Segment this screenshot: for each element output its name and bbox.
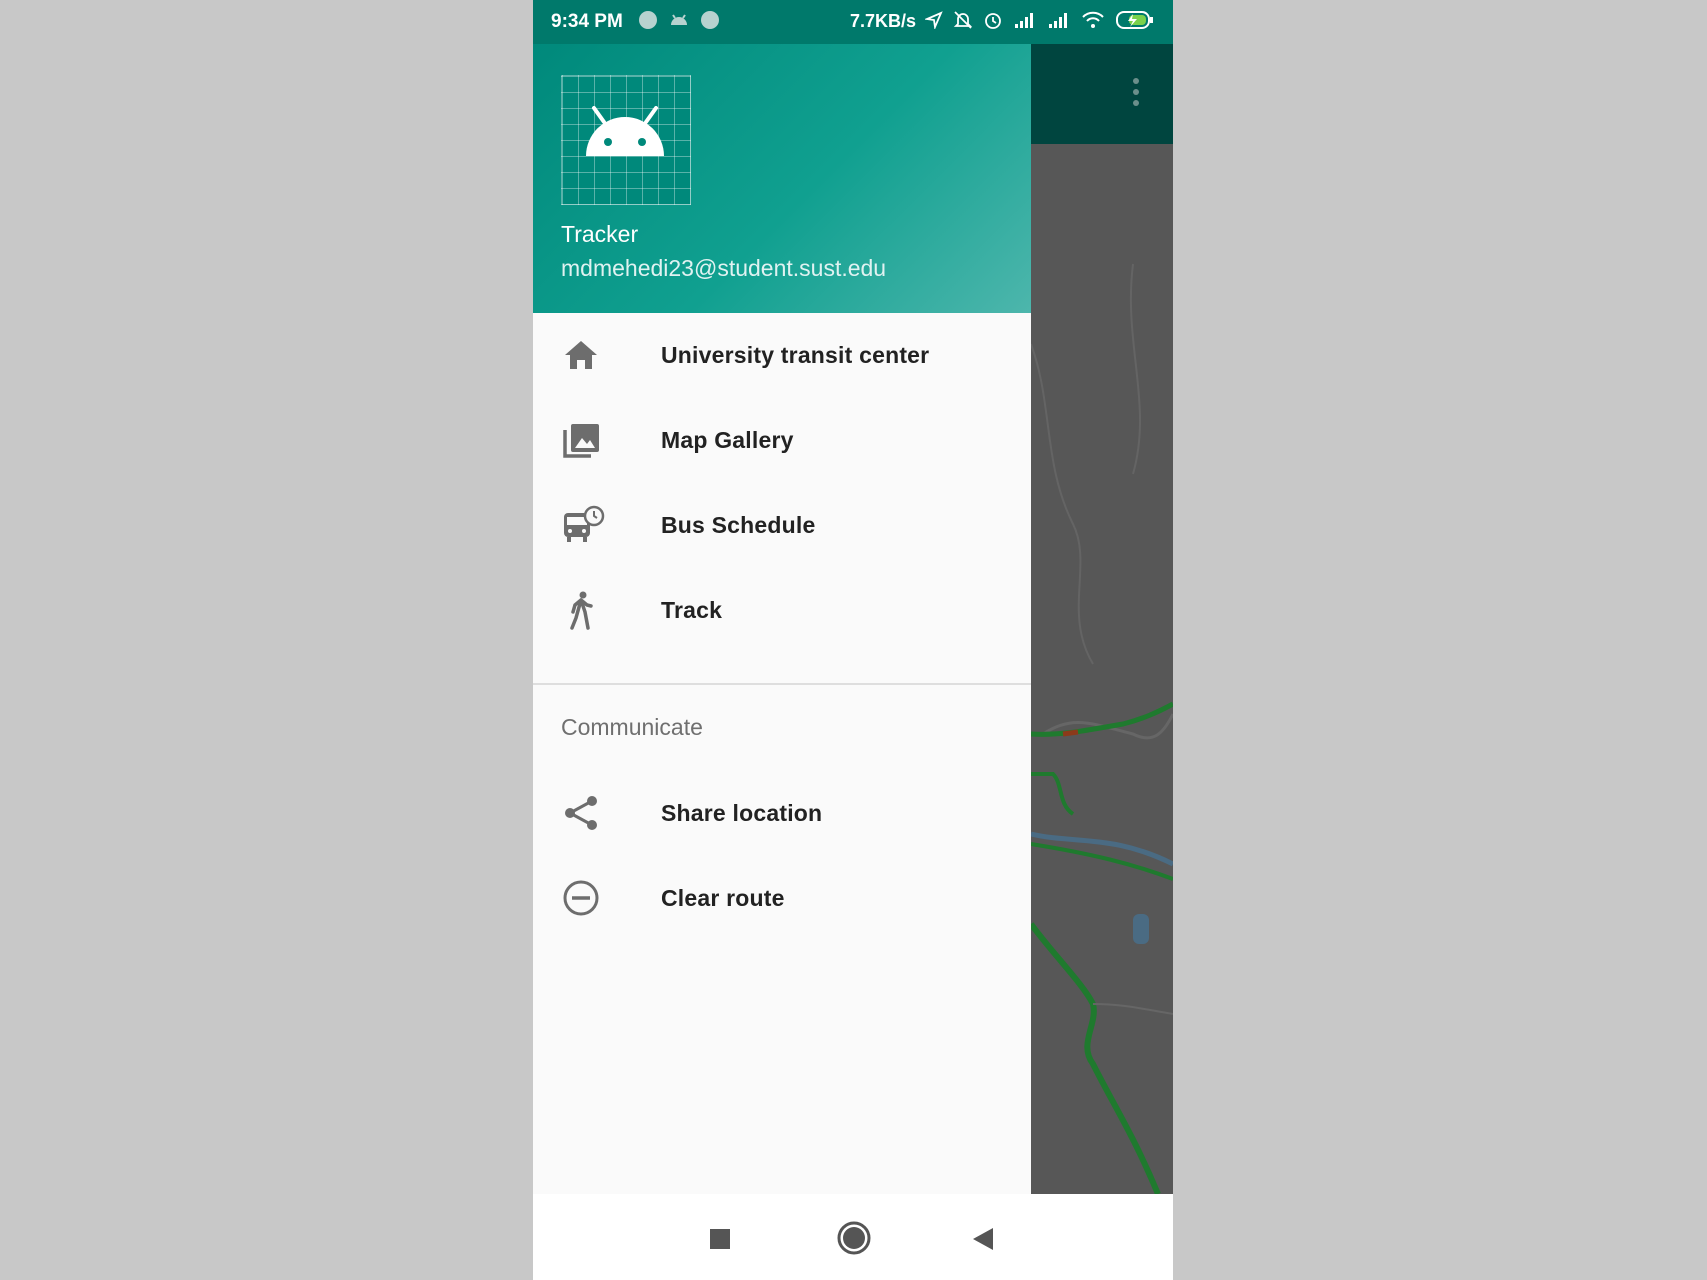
more-vert-icon[interactable] [1133,78,1141,111]
menu-item-university-transit-center[interactable]: University transit center [533,313,1031,398]
menu-item-map-gallery[interactable]: Map Gallery [533,398,1031,483]
notification-dot-icon [701,11,719,29]
photo-library-icon [561,420,601,460]
network-speed: 7.7KB/s [850,11,917,31]
bus-schedule-icon [561,505,605,545]
section-header-communicate: Communicate [561,714,703,740]
app-name: Tracker [561,221,639,247]
menu-item-label: Map Gallery [661,427,794,453]
signal-icon [1013,11,1037,29]
android-robot-icon [586,106,664,156]
menu-item-label: Bus Schedule [661,512,816,538]
android-icon [669,11,689,35]
menu-item-track[interactable]: Track [533,568,1031,653]
drawer-divider [533,683,1031,685]
status-time: 9:34 PM [551,11,623,32]
wifi-icon [1081,11,1105,29]
menu-item-label: University transit center [661,342,930,368]
notifications-off-icon [953,10,973,30]
battery-charging-icon [1115,10,1155,30]
back-triangle-icon [973,1228,993,1250]
menu-item-bus-schedule[interactable]: Bus Schedule [533,483,1031,568]
back-button[interactable] [971,1226,995,1257]
system-navigation-bar [533,1194,1173,1280]
navigation-drawer: Tracker mdmehedi23@student.sust.edu Univ… [533,44,1031,1194]
menu-item-label: Track [661,597,723,623]
walk-icon [561,590,601,630]
menu-item-clear-route[interactable]: Clear route [533,856,1031,941]
status-bar: 9:34 PM 7.7KB/s [533,0,1173,44]
user-email: mdmehedi23@student.sust.edu [561,255,887,281]
app-logo [561,75,691,205]
system-status-icons [925,10,1155,30]
notification-dot-icon [639,11,657,29]
signal-icon [1047,11,1071,29]
menu-item-label: Share location [661,800,823,826]
communicate-menu: Share location Clear route [533,771,1031,941]
notification-icons [639,11,719,35]
phone-screen: 9:34 PM 7.7KB/s Tracker mdmehedi23@stude… [533,0,1173,1280]
alarm-icon [983,10,1003,30]
share-icon [561,793,601,833]
home-icon [561,335,601,375]
menu-item-label: Clear route [661,885,785,911]
location-arrow-icon [925,11,943,29]
home-circle-icon [837,1221,871,1255]
recents-square-icon [710,1229,730,1249]
home-button[interactable] [836,1220,872,1261]
remove-circle-icon [561,878,601,918]
drawer-menu: University transit center Map Gallery Bu… [533,313,1031,653]
menu-item-share-location[interactable]: Share location [533,771,1031,856]
recents-button[interactable] [709,1228,731,1255]
drawer-header: Tracker mdmehedi23@student.sust.edu [533,44,1031,313]
